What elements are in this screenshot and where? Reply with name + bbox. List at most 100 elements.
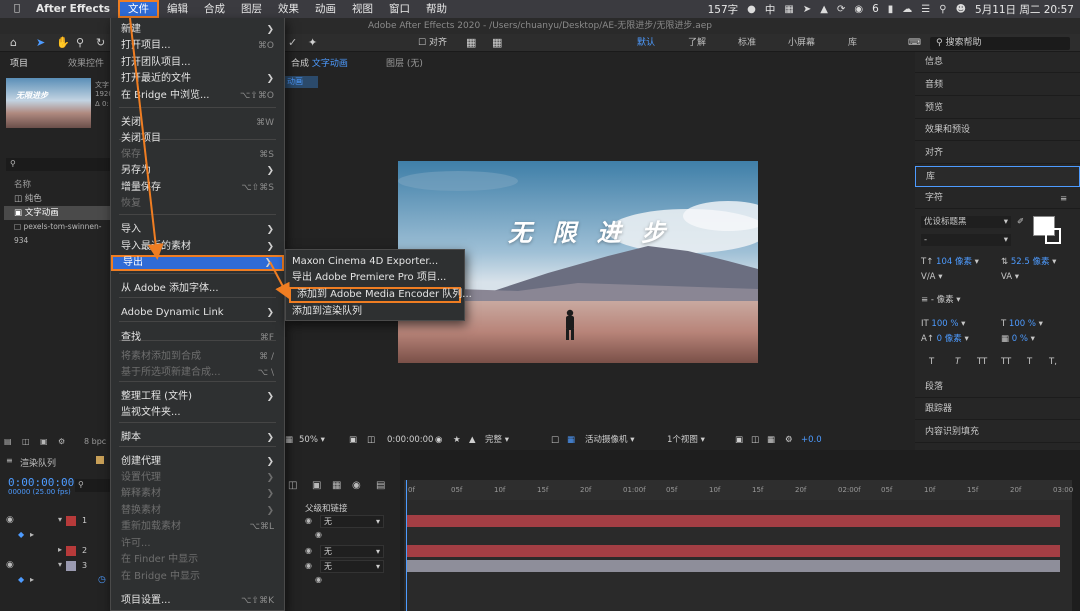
menu-item-add-to-render-queue[interactable]: 添加到渲染队列 (286, 304, 464, 320)
project-item-composition[interactable]: ▣ 文字动画 (4, 206, 110, 220)
eye-icon[interactable]: ◉ (6, 515, 14, 525)
panel-info[interactable]: 信息 (915, 52, 1080, 73)
font-style-dropdown[interactable]: - ▾ (921, 234, 1011, 246)
grid-icon[interactable]: ▦ (784, 4, 793, 15)
user-icon[interactable]: ☻ (956, 4, 966, 15)
flowchart-icon[interactable]: ▦ (767, 432, 775, 448)
all-caps-button[interactable]: TT (977, 356, 987, 368)
menu-item-export-premiere[interactable]: 导出 Adobe Premiere Pro 项目... (286, 270, 464, 286)
tracking-field[interactable]: VA ▾ (1001, 271, 1019, 283)
menu-window[interactable]: 窗口 (381, 0, 418, 18)
close-icon[interactable]: ≡ (6, 456, 13, 465)
keyframe-nav-icon[interactable]: ◆ (18, 530, 24, 539)
exposure-value[interactable]: +0.0 (801, 432, 822, 448)
layer-duration-bar[interactable] (406, 560, 1060, 572)
project-search-input[interactable]: ⚲ (6, 158, 110, 171)
layer-duration-bar[interactable] (406, 545, 1060, 557)
control-center-icon[interactable]: ☰ (921, 4, 930, 15)
comp-breadcrumb[interactable]: 动画 (285, 76, 318, 88)
pickwhip-icon[interactable]: ◉ (305, 546, 312, 555)
battery-icon[interactable]: ▮ (888, 4, 894, 15)
panel-tracker[interactable]: 跟踪器 (915, 399, 1080, 420)
apple-icon[interactable]:  (0, 0, 28, 18)
panel-character[interactable]: 字符 (915, 188, 1080, 209)
comp-tab-color-icon[interactable] (96, 456, 104, 464)
puppet-tool-icon[interactable]: ✦ (308, 34, 317, 52)
parent-dropdown[interactable]: 无 ▾ (320, 545, 384, 558)
eye-icon[interactable]: ◉ (6, 560, 14, 570)
menu-item-9[interactable]: 增量保存 ⌥⇧⌘S (111, 180, 284, 196)
panel-library[interactable]: 库 (915, 166, 1080, 187)
pickwhip-icon[interactable]: ◉ (315, 530, 322, 539)
home-icon[interactable]: ⌂ (10, 34, 17, 52)
menu-layer[interactable]: 图层 (233, 0, 270, 18)
expand-icon[interactable]: ▸ (58, 545, 62, 554)
menu-animation[interactable]: 动画 (307, 0, 344, 18)
layer-label-color[interactable] (66, 546, 76, 556)
panel-align[interactable]: 对齐 (915, 143, 1080, 164)
menu-item-3[interactable]: 打开最近的文件 ❯ (111, 71, 284, 87)
layer-label-color[interactable] (66, 561, 76, 571)
layer-duration-bar[interactable] (406, 515, 1060, 527)
app-menu-after-effects[interactable]: After Effects (28, 0, 118, 18)
toggle-pixel-icon[interactable]: ▣ (735, 432, 743, 448)
panel-content-aware-fill[interactable]: 内容识别填充 (915, 422, 1080, 443)
small-caps-button[interactable]: TT (1001, 356, 1011, 368)
eyedropper-icon[interactable]: ✐ (1017, 216, 1024, 228)
parent-dropdown[interactable]: 无 ▾ (320, 515, 384, 528)
region-icon[interactable]: ▦ (285, 432, 293, 448)
snap-checkbox[interactable]: ☐ 对齐 (418, 34, 447, 52)
tab-layer[interactable]: 图层 (无) (386, 56, 423, 69)
project-item-footage[interactable]: □ pexels-tom-swinnen-934 (4, 220, 110, 245)
parent-dropdown[interactable]: 无 ▾ (320, 560, 384, 573)
kerning-field[interactable]: V/A ▾ (921, 271, 942, 283)
tab-composition[interactable]: 合成 文字动画 (291, 56, 348, 69)
menu-item-15[interactable]: Adobe Dynamic Link ❯ (111, 305, 284, 321)
menu-item-21[interactable]: 脚本 ❯ (111, 430, 284, 446)
word-count[interactable]: 157字 (708, 2, 739, 17)
wifi-icon[interactable]: ▲ (820, 4, 828, 15)
wechat-icon[interactable]: ◉ (854, 4, 863, 15)
ime-indicator[interactable]: 中 (765, 2, 776, 17)
workspace-library[interactable]: 库 (848, 34, 857, 52)
exposure-reset-icon[interactable]: ⚙ (785, 432, 793, 448)
menu-item-14[interactable]: 从 Adobe 添加字体... (111, 281, 284, 297)
new-comp-icon[interactable]: ▣ (40, 437, 48, 446)
bit-depth[interactable]: 8 bpc (84, 437, 106, 446)
menu-item-0[interactable]: 新建 ❯ (111, 22, 284, 38)
layer-label-color[interactable] (66, 516, 76, 526)
column-name-header[interactable]: 名称 (4, 178, 110, 192)
workspace-small-screen[interactable]: 小屏幕 (788, 34, 815, 52)
tab-project[interactable]: 项目 (10, 56, 28, 72)
panel-effects-presets[interactable]: 效果和预设 (915, 120, 1080, 141)
workspace-standard[interactable]: 标准 (738, 34, 756, 52)
interpret-icon[interactable]: ▤ (4, 437, 12, 446)
menu-item-22[interactable]: 创建代理 ❯ (111, 454, 284, 470)
panel-preview[interactable]: 预览 (915, 98, 1080, 119)
workspace-menu-icon[interactable]: ⌨ (908, 34, 921, 52)
menu-item-30[interactable]: 项目设置... ⌥⇧⌘K (111, 593, 284, 609)
hand-tool-icon[interactable]: ✋ (56, 34, 70, 52)
keyframe-nav-icon[interactable]: ◆ (18, 575, 24, 584)
menu-item-16[interactable]: 查找 ⌘F (111, 330, 284, 346)
menu-item-13[interactable]: 导出 ❯ (111, 255, 284, 271)
tab-effect-controls[interactable]: 效果控件 (68, 56, 104, 72)
show-snapshot-icon[interactable]: ★ (453, 432, 461, 448)
stroke-color-swatch[interactable] (1045, 228, 1061, 244)
panel-menu-icon[interactable]: ≡ (1060, 193, 1067, 205)
menu-item-19[interactable]: 整理工程 (文件) ❯ (111, 389, 284, 405)
fast-preview-icon[interactable]: ◫ (751, 432, 759, 448)
expand-icon[interactable]: ▾ (58, 515, 62, 524)
location-icon[interactable]: ➤ (803, 4, 811, 15)
search-help-input[interactable]: ⚲ 搜索帮助 (930, 37, 1070, 50)
pickwhip-icon[interactable]: ◉ (315, 575, 322, 584)
snap-option-icon[interactable]: ▦ (466, 34, 476, 52)
menu-item-12[interactable]: 导入最近的素材 ❯ (111, 239, 284, 255)
panel-paragraph[interactable]: 段落 (915, 377, 1080, 398)
cloud-icon[interactable]: ☁ (902, 4, 912, 15)
zoom-tool-icon[interactable]: ⚲ (76, 34, 84, 52)
viewer-timecode[interactable]: 0:00:00:00 (387, 432, 433, 448)
baseline-field[interactable]: A↑ 0 像素 ▾ (921, 333, 969, 345)
play-arrow-icon[interactable]: ▸ (30, 575, 34, 584)
project-item-folder[interactable]: ◫ 纯色 (4, 192, 110, 206)
